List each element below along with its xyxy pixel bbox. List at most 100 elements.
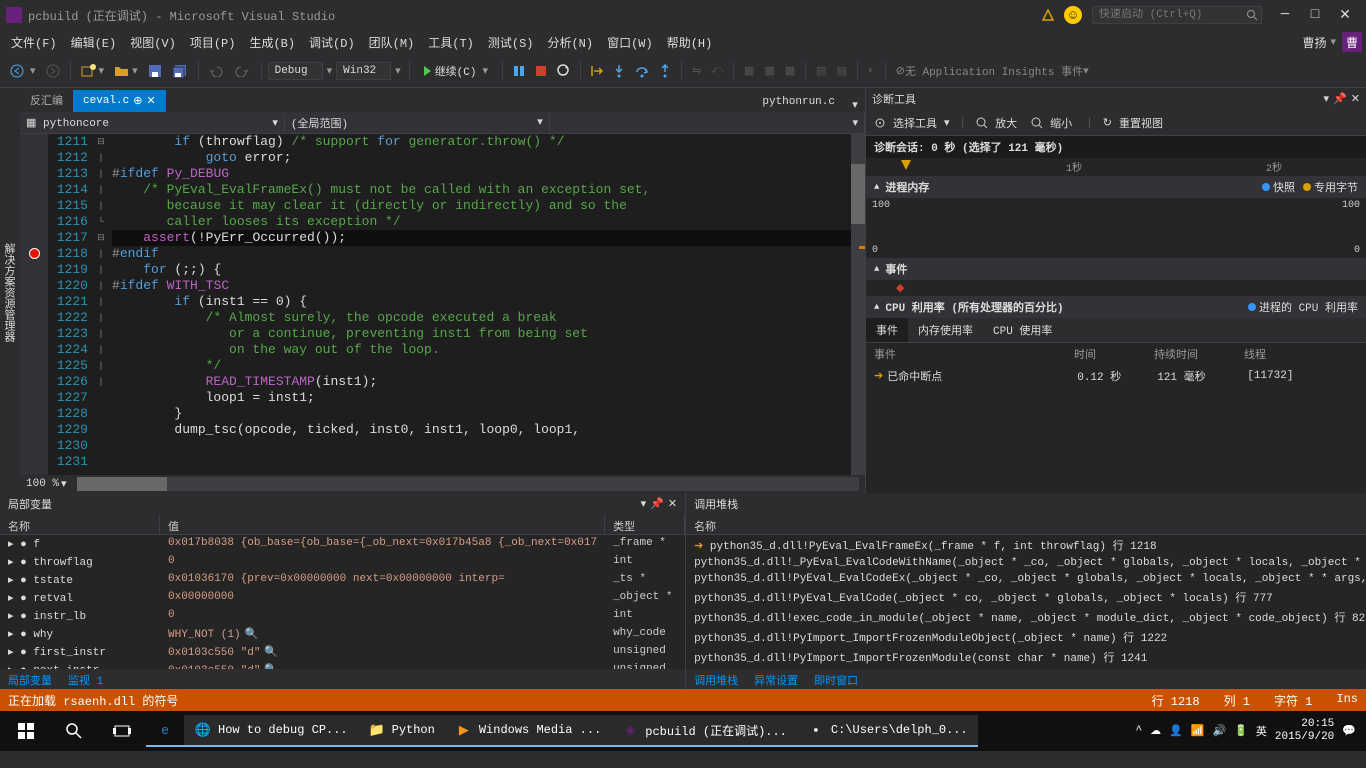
tb-icon[interactable]: ▦	[760, 61, 778, 81]
reset-view-button[interactable]: ↻ 重置视图	[1099, 111, 1171, 135]
pin-icon[interactable]: 📌	[1333, 92, 1347, 106]
continue-button[interactable]: 继续(C)▾	[416, 61, 496, 81]
cpu-group[interactable]: ▲CPU 利用率 (所有处理器的百分比) 进程的 CPU 利用率	[866, 296, 1366, 318]
step-out-button[interactable]	[655, 61, 675, 81]
restart-button[interactable]	[553, 61, 574, 80]
break-all-button[interactable]	[509, 62, 529, 80]
locals-row[interactable]: ▸ ● f0x017b8038 {ob_base={ob_base={_ob_n…	[0, 535, 685, 553]
menu-build[interactable]: 生成(B)	[242, 31, 302, 54]
stack-row[interactable]: python35_d.dll!PyImport_ImportFrozenModu…	[686, 647, 1366, 667]
zoom-level[interactable]: 100 %	[26, 478, 59, 490]
tb-icon[interactable]: ▦	[781, 61, 799, 81]
taskview-button[interactable]	[98, 711, 146, 751]
code-editor[interactable]: 1211121212131214121512161217121812191220…	[20, 134, 865, 475]
menu-team[interactable]: 团队(M)	[362, 31, 422, 54]
watch-tab[interactable]: 监视 1	[60, 669, 111, 689]
stack-row[interactable]: python35_d.dll!PyEval_EvalCode(_object *…	[686, 587, 1366, 607]
tray-people-icon[interactable]: 👤	[1169, 724, 1183, 738]
stack-row[interactable]: ➔ python35_d.dll!PyEval_EvalFrameEx(_fra…	[686, 535, 1366, 555]
locals-row[interactable]: ▸ ● whyWHY_NOT (1)🔍why_code	[0, 625, 685, 643]
nav-fwd-button[interactable]	[42, 61, 64, 81]
immediate-tab[interactable]: 即时窗口	[806, 669, 866, 689]
exception-tab[interactable]: 异常设置	[746, 669, 806, 689]
tray-notif-icon[interactable]: 💬	[1342, 724, 1356, 738]
ai-button[interactable]: ⊘ 无 Application Insights 事件 ▾	[892, 60, 1093, 82]
task-chrome[interactable]: 🌐How to debug CP...	[184, 715, 358, 747]
start-button[interactable]	[2, 711, 50, 751]
nav-back-button[interactable]: ▾	[6, 61, 40, 81]
tray-up-icon[interactable]: ^	[1135, 725, 1142, 737]
stack-row[interactable]: python35_d.dll!PyEval_EvalCodeEx(_object…	[686, 571, 1366, 587]
locals-row[interactable]: ▸ ● tstate0x01036170 {prev=0x00000000 ne…	[0, 571, 685, 589]
locals-row[interactable]: ▸ ● retval0x00000000 _object *	[0, 589, 685, 607]
select-tool-button[interactable]: 选择工具 ▾	[870, 111, 954, 135]
tab-ceval[interactable]: ceval.c⊕✕	[73, 90, 166, 112]
menu-test[interactable]: 测试(S)	[481, 31, 541, 54]
stack-row[interactable]: python35_d.dll!exec_code_in_module(_obje…	[686, 607, 1366, 627]
platform-select[interactable]: Win32	[336, 62, 391, 80]
locals-tab[interactable]: 局部变量	[0, 669, 60, 689]
tab-cpu[interactable]: CPU 使用率	[983, 318, 1062, 342]
callstack-tab[interactable]: 调用堆栈	[686, 669, 746, 689]
scope-select[interactable]: ▦ pythoncore▾	[20, 114, 285, 132]
user-name[interactable]: 曹扬	[1302, 34, 1326, 51]
tb-icon[interactable]: ▦	[740, 61, 758, 81]
minimize-button[interactable]: ─	[1270, 7, 1300, 23]
tb-icon[interactable]: ⇋	[688, 61, 705, 81]
maximize-button[interactable]: □	[1300, 7, 1330, 23]
hscrollbar[interactable]	[77, 477, 859, 491]
stop-button[interactable]	[531, 62, 551, 80]
save-all-button[interactable]	[168, 61, 192, 81]
event-row[interactable]: ➔ 已命中断点 0.12 秒 121 毫秒 [11732]	[866, 365, 1366, 387]
undo-button[interactable]	[205, 62, 229, 80]
task-cmd[interactable]: ▪C:\Users\delph_0...	[797, 715, 978, 747]
tb-icon[interactable]: ◐	[864, 62, 879, 80]
pin-icon[interactable]: ⊕	[133, 94, 142, 108]
user-avatar[interactable]: 曹	[1342, 32, 1362, 52]
timeline-cursor-icon[interactable]	[901, 160, 911, 170]
task-vs[interactable]: ◈pcbuild (正在调试)...	[611, 715, 797, 747]
tb-icon[interactable]: ⤺	[707, 62, 727, 80]
locals-row[interactable]: ▸ ● first_instr0x0103c550 "d"🔍unsigned	[0, 643, 685, 661]
zoom-out-button[interactable]: 缩小	[1027, 111, 1080, 135]
quick-launch-input[interactable]	[1092, 6, 1262, 24]
cortana-button[interactable]	[50, 711, 98, 751]
member-select[interactable]: ▾	[550, 114, 865, 132]
menu-edit[interactable]: 编辑(E)	[64, 31, 124, 54]
task-explorer[interactable]: 📁Python	[358, 715, 445, 747]
tray-onedrive-icon[interactable]: ☁	[1150, 724, 1161, 738]
locals-row[interactable]: ▸ ● throwflag0int	[0, 553, 685, 571]
tb-icon[interactable]: ▤	[833, 61, 851, 81]
tab-pythonrun[interactable]: pythonrun.c	[752, 92, 845, 112]
save-button[interactable]	[144, 61, 166, 81]
next-stmt-button[interactable]	[587, 62, 607, 80]
task-wmp[interactable]: ▶Windows Media ...	[445, 715, 611, 747]
menu-tools[interactable]: 工具(T)	[421, 31, 481, 54]
open-button[interactable]: ▾	[110, 61, 142, 81]
locals-row[interactable]: ▸ ● instr_lb0int	[0, 607, 685, 625]
tray-ime[interactable]: 英	[1256, 723, 1267, 739]
tab-overflow-button[interactable]: ▾	[845, 98, 865, 112]
tray-clock[interactable]: 20:152015/9/20	[1275, 718, 1334, 744]
tb-icon[interactable]: ▤	[812, 61, 830, 81]
tray-volume-icon[interactable]: 🔊	[1212, 724, 1226, 738]
scrollbar[interactable]	[851, 134, 865, 475]
stack-row[interactable]: python35_d.dll!PyImport_ImportFrozenModu…	[686, 627, 1366, 647]
step-into-button[interactable]	[609, 61, 629, 81]
region-select[interactable]: (全局范围)▾	[285, 113, 550, 133]
close-tab-icon[interactable]: ✕	[146, 94, 155, 108]
new-project-button[interactable]: ▾	[77, 61, 109, 81]
tab-memory[interactable]: 内存使用率	[908, 318, 983, 342]
task-edge[interactable]: e	[146, 715, 184, 747]
notif-icon[interactable]	[1042, 9, 1054, 21]
pin-icon[interactable]: ▾	[1324, 92, 1330, 106]
config-select[interactable]: Debug	[268, 62, 323, 80]
tray-network-icon[interactable]: 📶	[1191, 724, 1205, 738]
zoom-in-button[interactable]: 放大	[972, 111, 1025, 135]
menu-analyze[interactable]: 分析(N)	[540, 31, 600, 54]
tab-events[interactable]: 事件	[866, 318, 908, 342]
tray-battery-icon[interactable]: 🔋	[1234, 724, 1248, 738]
tab-disasm[interactable]: 反汇编	[20, 88, 73, 112]
menu-view[interactable]: 视图(V)	[123, 31, 183, 54]
memory-group[interactable]: ▲进程内存 快照专用字节	[866, 176, 1366, 198]
